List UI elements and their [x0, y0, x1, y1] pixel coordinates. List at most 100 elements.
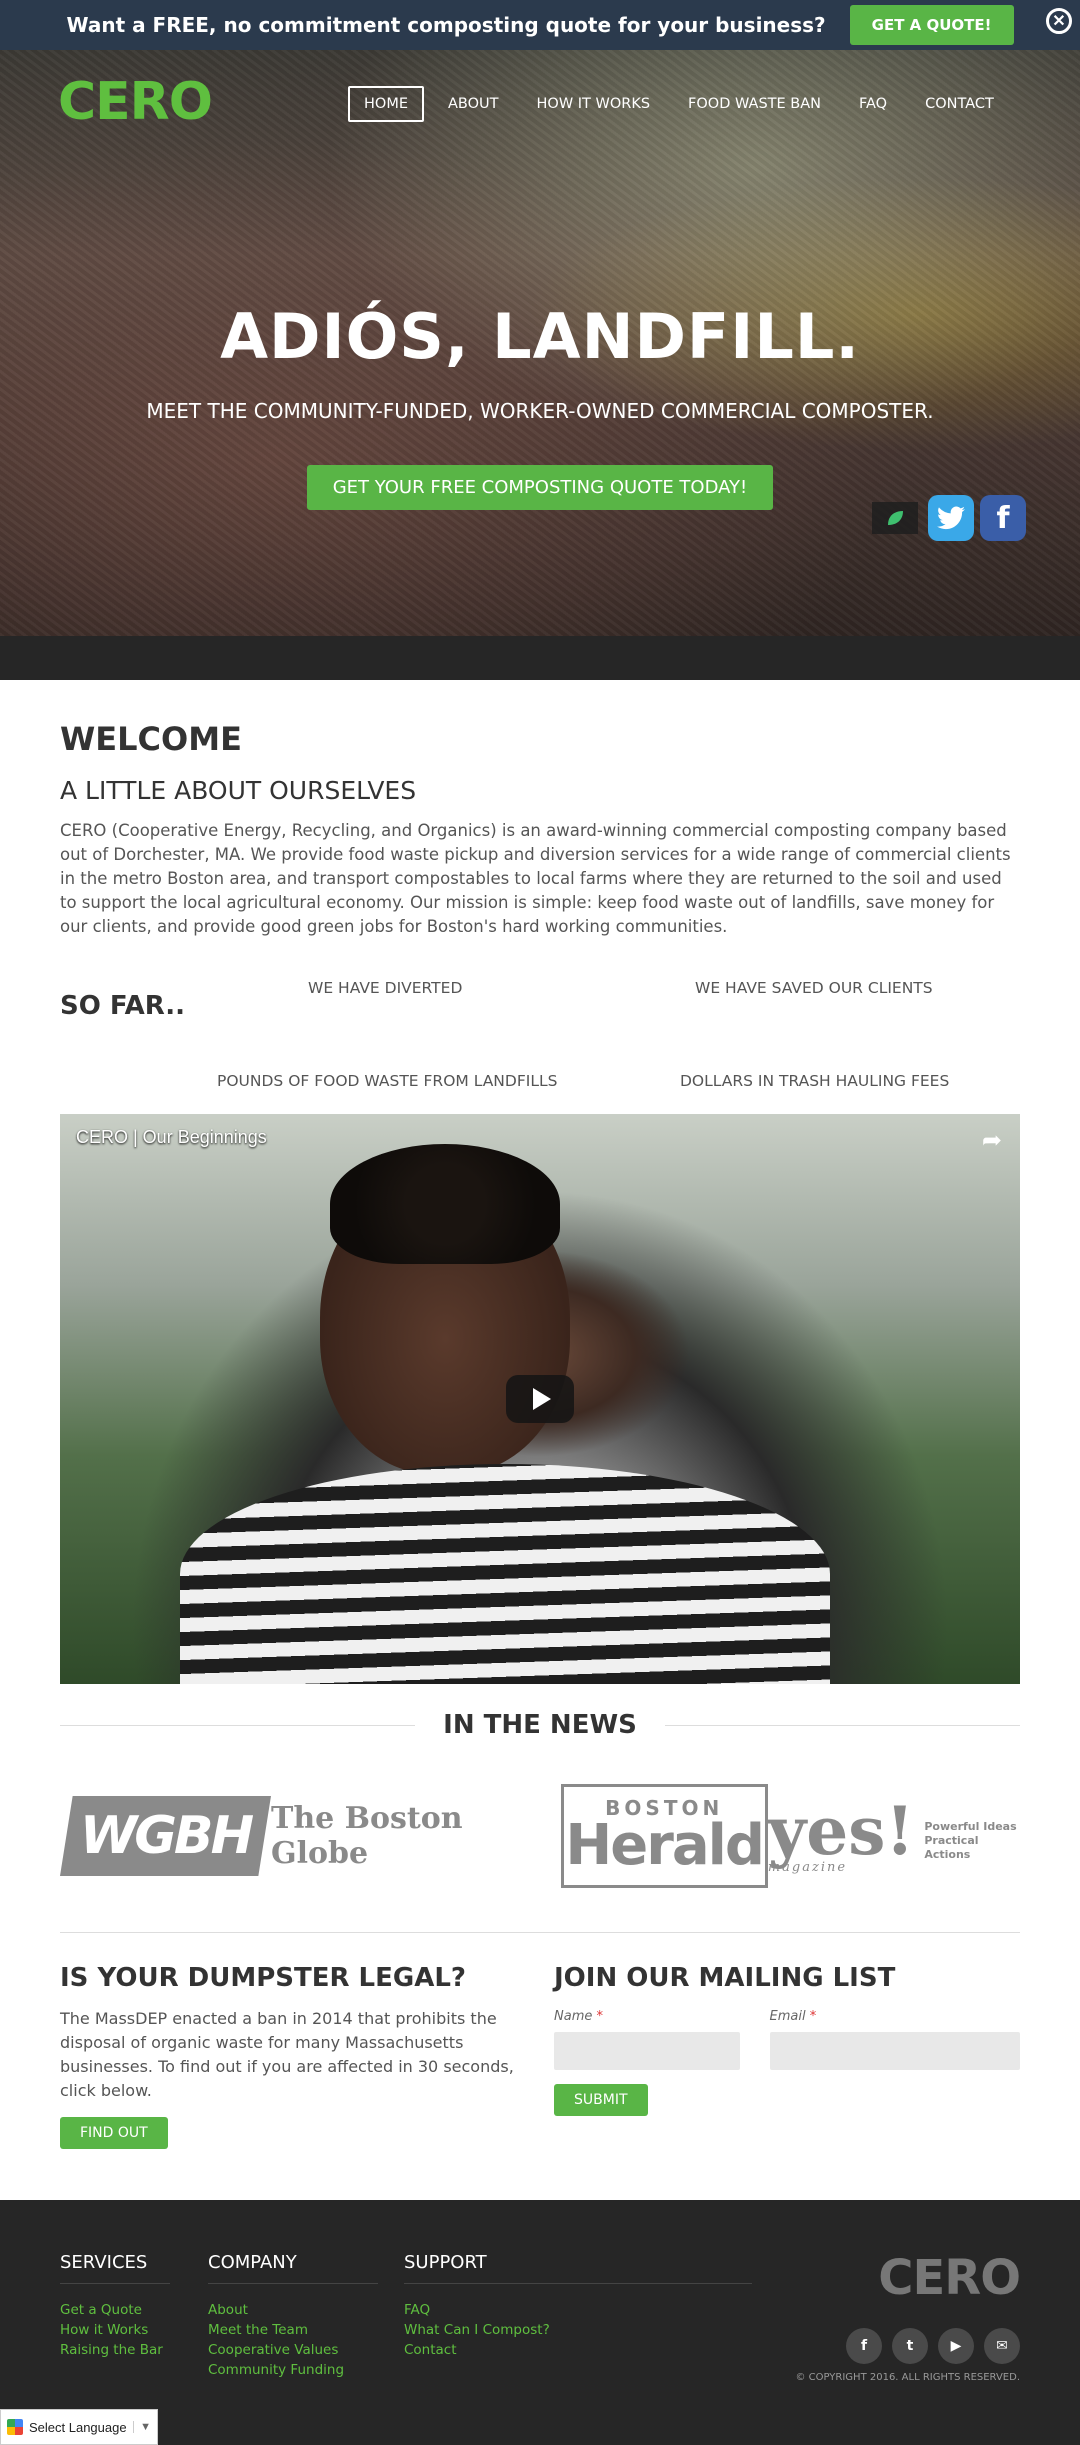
google-translate-icon — [7, 2419, 23, 2435]
main-nav: CERO HOME ABOUT HOW IT WORKS FOOD WASTE … — [0, 72, 1080, 128]
footer-company: COMPANY About Meet the Team Cooperative … — [208, 2252, 378, 2380]
share-icon[interactable]: ➦ — [982, 1126, 1002, 1155]
dumpster-heading: IS YOUR DUMPSTER LEGAL? — [60, 1963, 466, 1993]
nav-item-home[interactable]: HOME — [348, 86, 424, 122]
boston-herald-logo[interactable]: BOSTON Herald — [560, 1784, 768, 1888]
yes-logo-main: yes! — [767, 1791, 915, 1870]
footer-link-community-funding[interactable]: Community Funding — [208, 2360, 378, 2380]
dumpster-text: The MassDEP enacted a ban in 2014 that p… — [60, 2009, 514, 2100]
leaf-icon — [872, 502, 918, 534]
twitter-icon[interactable]: t — [892, 2328, 928, 2364]
footer-support-heading: SUPPORT — [404, 2252, 752, 2284]
yes-tagline-1: Powerful Ideas — [924, 1819, 1017, 1833]
language-selector[interactable]: Select Language ▼ — [0, 2409, 158, 2445]
promo-text: Want a FREE, no commitment composting qu… — [66, 13, 826, 37]
yes-tagline-2: Practical Actions — [924, 1833, 979, 1861]
footer-link-get-a-quote[interactable]: Get a Quote — [60, 2300, 170, 2320]
hero: CERO HOME ABOUT HOW IT WORKS FOOD WASTE … — [0, 50, 1080, 636]
email-label-text: Email — [769, 2009, 806, 2024]
close-icon[interactable]: ✕ — [1046, 8, 1072, 34]
language-label: Select Language — [29, 2419, 127, 2435]
footer-company-heading: COMPANY — [208, 2252, 378, 2284]
video-player[interactable]: CERO | Our Beginnings ➦ — [60, 1114, 1020, 1684]
nav-item-food-waste-ban[interactable]: FOOD WASTE BAN — [674, 86, 835, 122]
so-far-title: SO FAR.. — [60, 991, 186, 1021]
news-heading-row: IN THE NEWS — [60, 1710, 1020, 1740]
required-mark: * — [809, 2009, 817, 2024]
mailing-form: Name * Email * — [554, 2009, 1020, 2070]
dark-band — [0, 636, 1080, 680]
video-title[interactable]: CERO | Our Beginnings — [76, 1127, 267, 1148]
name-label-text: Name — [554, 2009, 593, 2024]
nav-item-about[interactable]: ABOUT — [434, 86, 513, 122]
news-logos: WGBH The Boston Globe BOSTON Herald yes!… — [60, 1776, 1020, 1896]
cta-columns: IS YOUR DUMPSTER LEGAL? The MassDEP enac… — [60, 1933, 1020, 2173]
stat-diverted-unit: POUNDS OF FOOD WASTE FROM LANDFILLS — [217, 1072, 558, 1090]
twitter-icon[interactable] — [928, 495, 974, 541]
hero-content: ADIÓS, LANDFILL. MEET THE COMMUNITY-FUND… — [0, 300, 1080, 510]
footer-link-raising-the-bar[interactable]: Raising the Bar — [60, 2340, 170, 2360]
name-label: Name * — [554, 2009, 740, 2024]
mailing-heading: JOIN OUR MAILING LIST — [554, 1963, 896, 1993]
footer-services-heading: SERVICES — [60, 2252, 170, 2284]
email-input[interactable] — [769, 2032, 1020, 2070]
footer-link-how-it-works[interactable]: How it Works — [60, 2320, 170, 2340]
news-divider-left — [60, 1724, 416, 1726]
news-heading: IN THE NEWS — [443, 1710, 637, 1740]
footer-support: SUPPORT FAQ What Can I Compost? Contact — [404, 2252, 752, 2360]
hero-subtitle: MEET THE COMMUNITY-FUNDED, WORKER-OWNED … — [146, 399, 934, 423]
footer-logo[interactable]: CERO — [878, 2250, 1021, 2306]
nav-item-contact[interactable]: CONTACT — [911, 86, 1008, 122]
name-field-group: Name * — [554, 2009, 740, 2070]
copyright: © COPYRIGHT 2016. ALL RIGHTS RESERVED. — [795, 2372, 1020, 2383]
welcome-section: WELCOME A LITTLE ABOUT OURSELVES CERO (C… — [0, 680, 1080, 939]
mailing-list-section: JOIN OUR MAILING LIST Name * Email * SUB… — [554, 1963, 1020, 2116]
logo[interactable]: CERO — [58, 76, 213, 128]
get-a-quote-button[interactable]: GET A QUOTE! — [849, 5, 1014, 45]
video-thumbnail-detail — [330, 1144, 560, 1264]
promo-bar: Want a FREE, no commitment composting qu… — [0, 0, 1080, 50]
wgbh-logo[interactable]: WGBH — [60, 1796, 271, 1876]
footer-services: SERVICES Get a Quote How it Works Raisin… — [60, 2252, 170, 2360]
footer-social: f t ▶ ✉ — [846, 2328, 1020, 2364]
video-thumbnail-shirt — [180, 1464, 830, 1684]
footer-link-contact[interactable]: Contact — [404, 2340, 752, 2360]
footer-link-meet-the-team[interactable]: Meet the Team — [208, 2320, 378, 2340]
email-icon[interactable]: ✉ — [984, 2328, 1020, 2364]
boston-globe-logo[interactable]: The Boston Globe — [271, 1801, 561, 1871]
nav-menu: HOME ABOUT HOW IT WORKS FOOD WASTE BAN F… — [348, 86, 1008, 122]
herald-logo-main: Herald — [565, 1813, 765, 1878]
dumpster-section: IS YOUR DUMPSTER LEGAL? The MassDEP enac… — [60, 1963, 530, 2149]
yes-magazine-logo[interactable]: yes! magazine Powerful Ideas Practical A… — [768, 1798, 1020, 1875]
about-text: CERO (Cooperative Energy, Recycling, and… — [60, 821, 1011, 936]
hero-title: ADIÓS, LANDFILL. — [220, 300, 860, 373]
chevron-down-icon: ▼ — [133, 2421, 151, 2433]
facebook-icon[interactable]: f — [980, 495, 1026, 541]
hero-social: f — [872, 495, 1026, 541]
stat-saved-label: WE HAVE SAVED OUR CLIENTS — [695, 979, 933, 997]
nav-item-faq[interactable]: FAQ — [845, 86, 901, 122]
name-input[interactable] — [554, 2032, 740, 2070]
yes-logo-tagline: Powerful Ideas Practical Actions — [924, 1820, 1020, 1862]
footer-services-links: Get a Quote How it Works Raising the Bar — [60, 2300, 170, 2360]
stat-saved-unit: DOLLARS IN TRASH HAULING FEES — [680, 1072, 950, 1090]
stat-diverted-label: WE HAVE DIVERTED — [308, 979, 463, 997]
find-out-button[interactable]: FIND OUT — [60, 2117, 168, 2149]
news-divider-right — [664, 1724, 1020, 1726]
submit-button[interactable]: SUBMIT — [554, 2084, 648, 2116]
footer-link-about[interactable]: About — [208, 2300, 378, 2320]
footer-link-cooperative-values[interactable]: Cooperative Values — [208, 2340, 378, 2360]
free-quote-cta-button[interactable]: GET YOUR FREE COMPOSTING QUOTE TODAY! — [306, 465, 774, 510]
play-button[interactable] — [506, 1375, 574, 1423]
nav-item-how-it-works[interactable]: HOW IT WORKS — [523, 86, 665, 122]
email-label: Email * — [770, 2009, 1020, 2024]
youtube-icon[interactable]: ▶ — [938, 2328, 974, 2364]
yes-logo-mark: yes! magazine — [768, 1798, 914, 1875]
required-mark: * — [596, 2009, 604, 2024]
about-subheading: A LITTLE ABOUT OURSELVES — [60, 776, 417, 805]
footer-link-what-can-i-compost[interactable]: What Can I Compost? — [404, 2320, 752, 2340]
footer-support-links: FAQ What Can I Compost? Contact — [404, 2300, 752, 2360]
footer-link-faq[interactable]: FAQ — [404, 2300, 752, 2320]
page: Want a FREE, no commitment composting qu… — [0, 0, 1080, 2445]
facebook-icon[interactable]: f — [846, 2328, 882, 2364]
